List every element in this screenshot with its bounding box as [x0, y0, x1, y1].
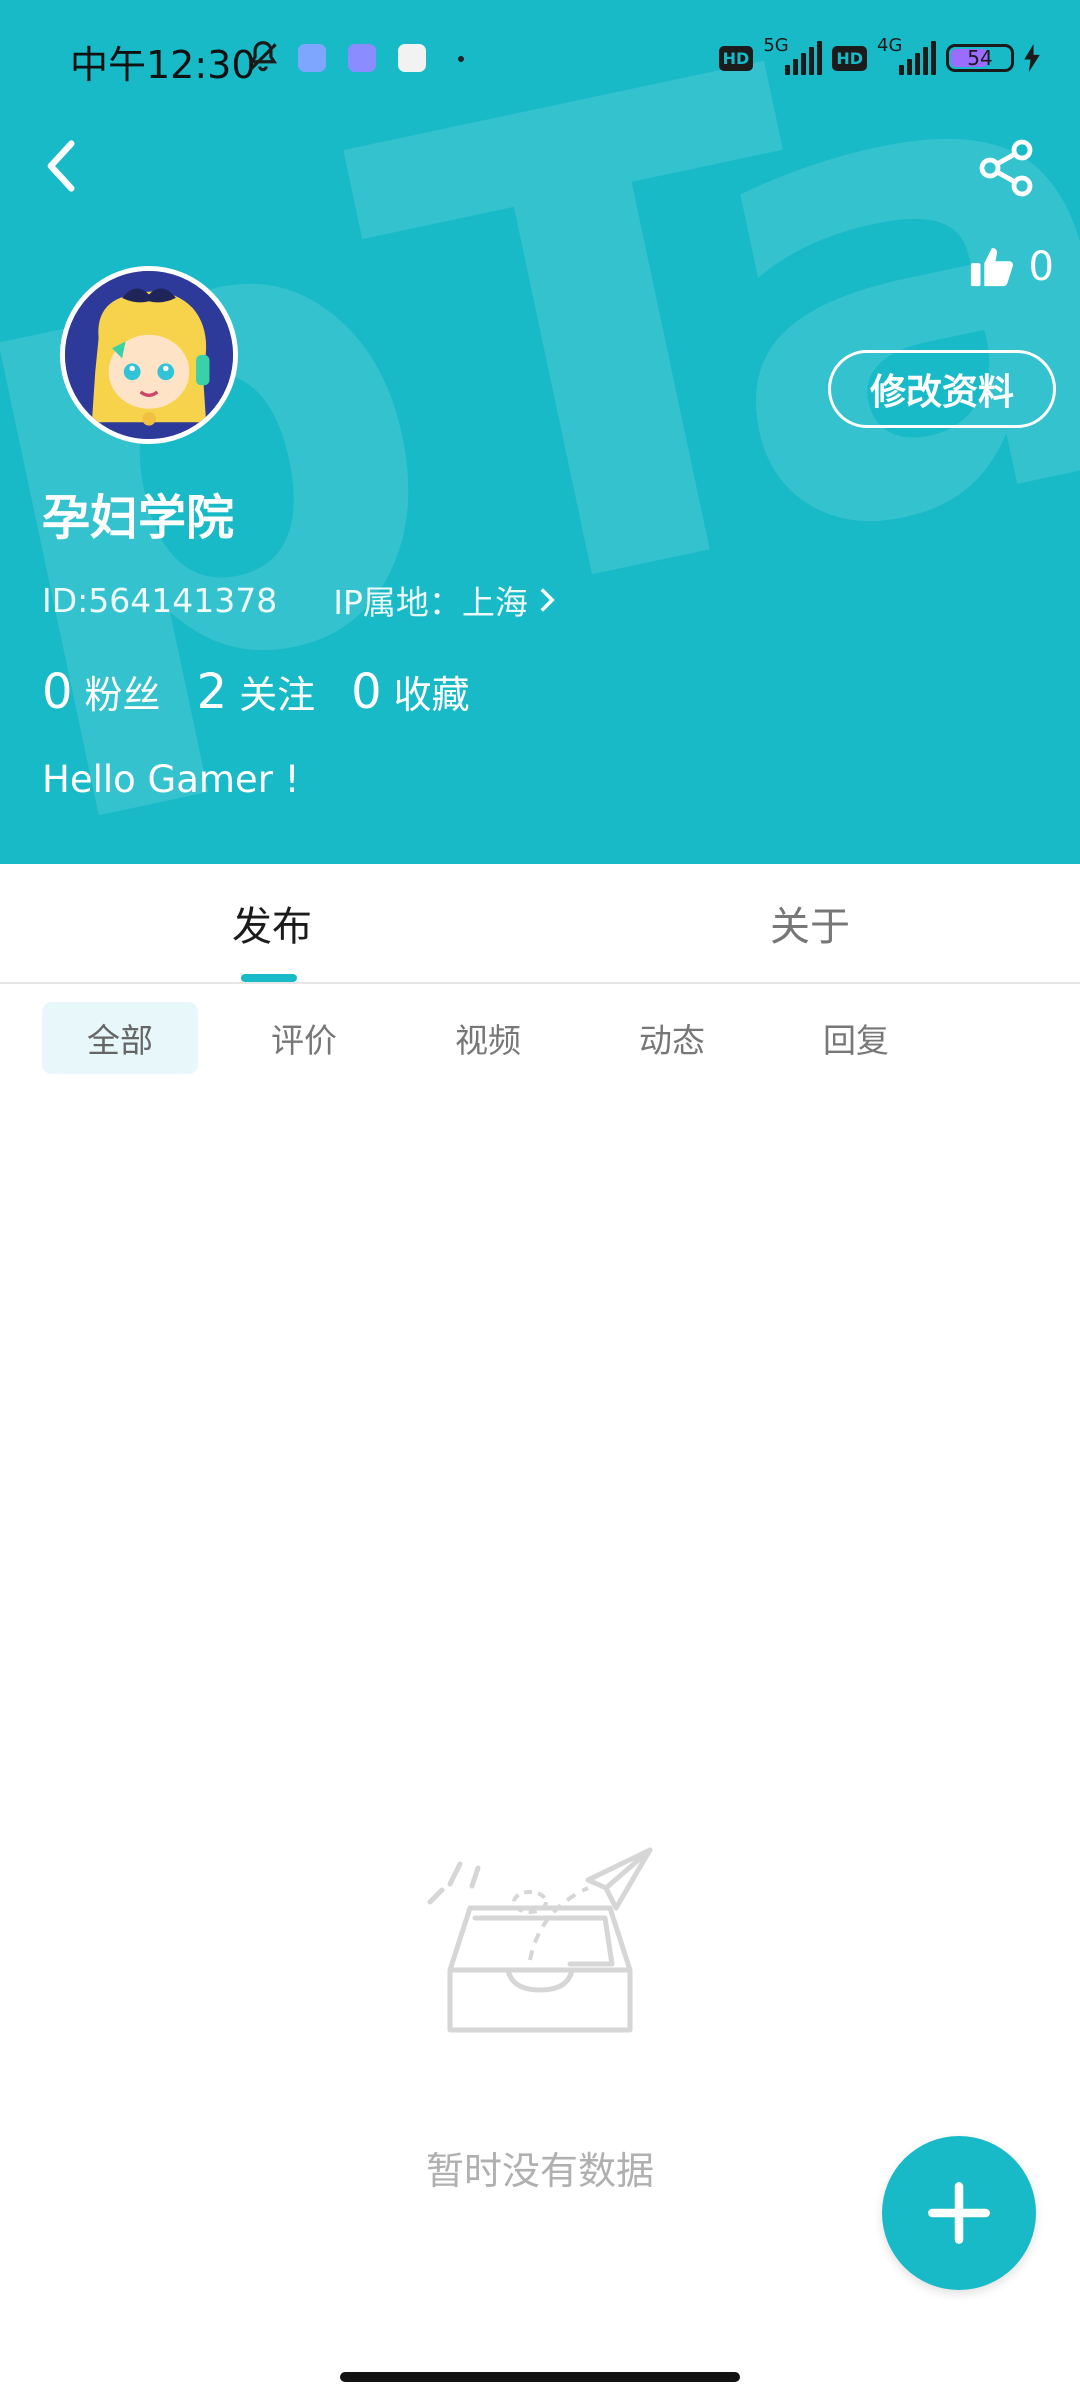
hd-badge: HD: [832, 45, 867, 71]
filter-replies[interactable]: 回复: [778, 1002, 934, 1074]
ip-location-text: IP属地：上海: [333, 583, 528, 622]
chevron-right-icon: [540, 588, 555, 612]
favorites-count: 0: [351, 664, 382, 720]
profile-tabs: 发布 关于: [0, 864, 1080, 984]
tab-about[interactable]: 关于: [770, 894, 850, 952]
ip-location[interactable]: IP属地：上海: [333, 576, 556, 624]
followers-count: 0: [42, 664, 73, 720]
following-count: 2: [196, 664, 228, 720]
charging-icon: [1024, 44, 1040, 72]
app-notification-icon: [298, 44, 326, 72]
followers-stat[interactable]: 0 粉丝: [42, 664, 161, 720]
user-id: ID:564141378: [42, 580, 278, 620]
battery-level: 54: [967, 46, 993, 70]
create-post-button[interactable]: [882, 2136, 1036, 2290]
edit-profile-button[interactable]: 修改资料: [828, 350, 1056, 428]
signal-4g-icon: 4G: [877, 35, 936, 75]
hd-badge: HD: [718, 45, 754, 71]
following-stat[interactable]: 2 关注: [197, 664, 316, 720]
followers-label: 粉丝: [84, 673, 161, 717]
app-notification-icon: [348, 44, 376, 72]
filter-videos[interactable]: 视频: [410, 1002, 566, 1074]
stats-row: 0 粉丝 2 关注 0 收藏: [42, 664, 506, 720]
bio: Hello Gamer !: [42, 758, 300, 801]
status-time: 中午12:30: [70, 43, 256, 87]
filter-posts[interactable]: 动态: [594, 1002, 750, 1074]
share-icon[interactable]: [976, 138, 1036, 198]
empty-inbox-icon: [427, 1847, 653, 2033]
status-bar: 中午12:30 HD 5G HD 4G 54: [0, 0, 1080, 116]
tab-publish[interactable]: 发布: [232, 894, 312, 952]
favorites-stat[interactable]: 0 收藏: [351, 664, 470, 720]
home-indicator[interactable]: [340, 2372, 740, 2382]
avatar-illustration: [65, 271, 233, 439]
following-label: 关注: [239, 673, 316, 717]
tab-active-indicator: [241, 974, 297, 982]
like-count: 0: [1028, 244, 1054, 290]
profile-header: pTa 中午12:30 HD 5G HD 4G 54 0 修改资料 孕妇学院 I…: [0, 0, 1080, 864]
filter-all[interactable]: 全部: [42, 1002, 198, 1074]
app-notification-icon: [398, 44, 426, 72]
meta-row: ID:564141378 IP属地：上海: [42, 576, 556, 624]
battery-icon: 54: [946, 44, 1014, 72]
filter-chips: 全部 评价 视频 动态 回复: [0, 1000, 1080, 1076]
filter-reviews[interactable]: 评价: [226, 1002, 382, 1074]
signal-5g-icon: 5G: [763, 35, 823, 75]
profile-screen: pTa 中午12:30 HD 5G HD 4G 54 0 修改资料 孕妇学院 I…: [0, 0, 1080, 2400]
favorites-label: 收藏: [393, 673, 470, 717]
avatar[interactable]: [60, 266, 238, 444]
username: 孕妇学院: [42, 490, 235, 546]
like-box[interactable]: 0: [969, 244, 1054, 290]
back-icon[interactable]: [40, 138, 84, 194]
add-icon: [928, 2182, 990, 2244]
thumbs-up-icon: [970, 247, 1013, 287]
more-notifications-dot: [458, 56, 464, 62]
status-right: HD 5G HD 4G 54: [718, 35, 1040, 80]
mute-bell-icon: [248, 41, 278, 72]
